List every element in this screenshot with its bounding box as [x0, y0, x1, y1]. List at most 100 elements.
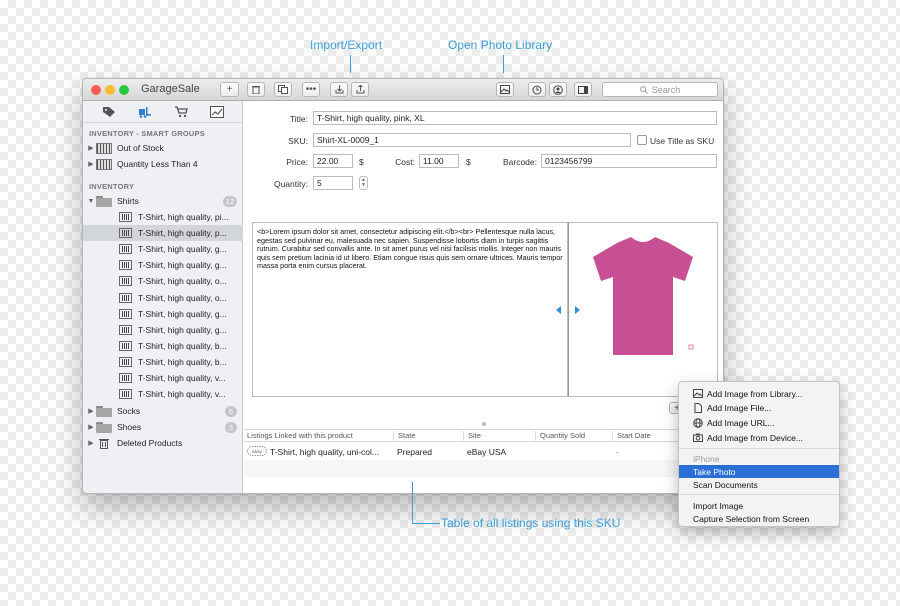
barcode-icon	[119, 244, 132, 255]
menu-item-add-image-from-library[interactable]: Add Image from Library...	[679, 387, 839, 400]
cost-field[interactable]: 11.00	[419, 154, 459, 168]
disclosure-triangle-icon[interactable]: ▶	[86, 439, 96, 447]
import-button[interactable]	[330, 82, 348, 97]
account-button[interactable]	[549, 82, 567, 97]
barcode-icon	[119, 292, 132, 303]
barcode-field[interactable]: 0123456799	[541, 154, 717, 168]
resize-arrows-icon[interactable]	[555, 305, 581, 315]
title-field[interactable]: T-Shirt, high quality, pink, XL	[313, 111, 717, 125]
close-window-button[interactable]	[91, 85, 101, 95]
trash-icon	[252, 86, 260, 94]
folder-shirts[interactable]: ▼ Shirts 12	[83, 193, 243, 209]
toggle-sidebar-button[interactable]	[574, 82, 592, 97]
disclosure-triangle-icon[interactable]: ▼	[86, 198, 96, 205]
tab-inventory[interactable]	[137, 105, 153, 119]
ellipsis-icon: •••	[305, 84, 317, 95]
import-icon	[335, 85, 343, 94]
product-image-pane[interactable]	[556, 222, 718, 397]
disclosure-triangle-icon[interactable]: ▶	[86, 407, 96, 415]
sidebar-product-item[interactable]: T-Shirt, high quality, g...	[83, 322, 243, 338]
disclosure-triangle-icon[interactable]: ▶	[86, 144, 96, 152]
sku-label: SKU:	[288, 136, 308, 146]
folder-shoes[interactable]: ▶ Shoes 3	[83, 419, 243, 435]
inspector-button[interactable]	[528, 82, 546, 97]
sidebar-product-item[interactable]: T-Shirt, high quality, g...	[83, 241, 243, 257]
folder-icon	[96, 405, 112, 417]
sidebar-product-item[interactable]: T-Shirt, high quality, v...	[83, 386, 243, 402]
product-item-label: T-Shirt, high quality, pi...	[138, 212, 229, 222]
menu-item-take-photo[interactable]: Take Photo	[679, 465, 839, 478]
garagesale-window: GarageSale + ••• Search INVENTORY - SMAR…	[82, 78, 724, 494]
sidebar-product-item[interactable]: T-Shirt, high quality, v...	[83, 370, 243, 386]
export-button[interactable]	[351, 82, 369, 97]
sidebar-product-item[interactable]: T-Shirt, high quality, pi...	[83, 209, 243, 225]
inventory-header: INVENTORY	[89, 182, 135, 191]
menu-item-scan-documents[interactable]: Scan Documents	[679, 478, 839, 491]
export-icon	[356, 85, 364, 94]
disclosure-triangle-icon[interactable]: ▶	[86, 423, 96, 431]
sidebar-icon	[578, 85, 588, 94]
trash-button[interactable]	[247, 82, 265, 97]
photo-library-button[interactable]	[496, 82, 514, 97]
sidebar: INVENTORY - SMART GROUPS ▶ Out of Stock …	[83, 101, 243, 493]
sidebar-product-item[interactable]: T-Shirt, high quality, b...	[83, 354, 243, 370]
sidebar-product-item[interactable]: T-Shirt, high quality, p...	[83, 225, 243, 242]
split-handle[interactable]	[482, 422, 486, 426]
search-icon	[639, 85, 648, 94]
chevron-down-icon: ▼	[361, 182, 366, 188]
table-of-listings-callout: Table of all listings using this SKU	[441, 516, 621, 530]
disclosure-triangle-icon[interactable]: ▶	[86, 160, 96, 168]
tshirt-image	[593, 237, 694, 355]
column-header-state[interactable]: State	[395, 431, 464, 442]
cart-icon	[175, 106, 188, 118]
search-input[interactable]: Search	[602, 82, 718, 97]
cost-currency: $	[466, 157, 471, 167]
tab-tags[interactable]	[101, 105, 117, 119]
menu-item-add-image-from-device[interactable]: Add Image from Device...	[679, 431, 839, 444]
barcode-icon	[119, 373, 132, 383]
duplicate-button[interactable]	[274, 82, 292, 97]
zoom-window-button[interactable]	[119, 85, 129, 95]
quantity-stepper[interactable]: ▲ ▼	[359, 176, 368, 190]
smart-group-quantity-less-than-4[interactable]: ▶ Quantity Less Than 4	[83, 156, 243, 172]
price-field[interactable]: 22.00	[313, 154, 353, 168]
barcode-icon	[119, 276, 132, 287]
tab-statistics[interactable]	[209, 105, 225, 119]
column-header-site[interactable]: Site	[465, 431, 536, 442]
menu-item-capture-selection-from-screen[interactable]: Capture Selection from Screen	[679, 512, 839, 525]
title-bar: GarageSale + ••• Search	[83, 79, 723, 101]
trash-icon	[99, 438, 109, 449]
search-placeholder: Search	[651, 84, 681, 95]
column-header-listings[interactable]: Listings Linked with this product	[244, 431, 394, 442]
smart-group-out-of-stock[interactable]: ▶ Out of Stock	[83, 140, 243, 156]
minimize-window-button[interactable]	[105, 85, 115, 95]
price-label: Price:	[286, 157, 308, 167]
description-editor[interactable]: <b>Lorem ipsum dolor sit amet, consectet…	[252, 222, 568, 397]
sidebar-product-item[interactable]: T-Shirt, high quality, o...	[83, 273, 243, 289]
sidebar-product-item[interactable]: T-Shirt, high quality, g...	[83, 306, 243, 322]
menu-item-add-image-file[interactable]: Add Image File...	[679, 401, 839, 414]
menu-item-import-image[interactable]: Import Image	[679, 499, 839, 512]
quantity-field[interactable]: 5	[313, 176, 353, 190]
more-button[interactable]: •••	[302, 82, 320, 97]
add-button[interactable]: +	[220, 82, 239, 97]
duplicate-icon	[278, 85, 288, 94]
smart-group-icon	[96, 158, 112, 170]
sidebar-product-item[interactable]: T-Shirt, high quality, o...	[83, 290, 243, 306]
sidebar-product-item[interactable]: T-Shirt, high quality, b...	[83, 338, 243, 354]
use-title-as-sku-checkbox[interactable]	[637, 135, 647, 145]
column-header-quantity-sold[interactable]: Quantity Sold	[537, 431, 613, 442]
sidebar-product-item[interactable]: T-Shirt, high quality, g...	[83, 257, 243, 273]
barcode-icon	[119, 356, 132, 367]
folder-label: Shirts	[117, 196, 139, 206]
table-row[interactable]: ebay T-Shirt, high quality, uni-col... P…	[244, 443, 723, 460]
menu-item-label: Add Image from Library...	[707, 388, 803, 399]
menu-item-add-image-url[interactable]: Add Image URL...	[679, 416, 839, 429]
table-callout-line-vertical	[412, 482, 413, 524]
photo-library-icon	[500, 85, 510, 94]
product-item-label: T-Shirt, high quality, g...	[138, 244, 227, 255]
folder-deleted-products[interactable]: ▶ Deleted Products	[83, 435, 243, 451]
sku-field[interactable]: Shirt-XL-0009_1	[313, 133, 631, 147]
tab-cart[interactable]	[173, 105, 189, 119]
folder-socks[interactable]: ▶ Socks 6	[83, 403, 243, 419]
